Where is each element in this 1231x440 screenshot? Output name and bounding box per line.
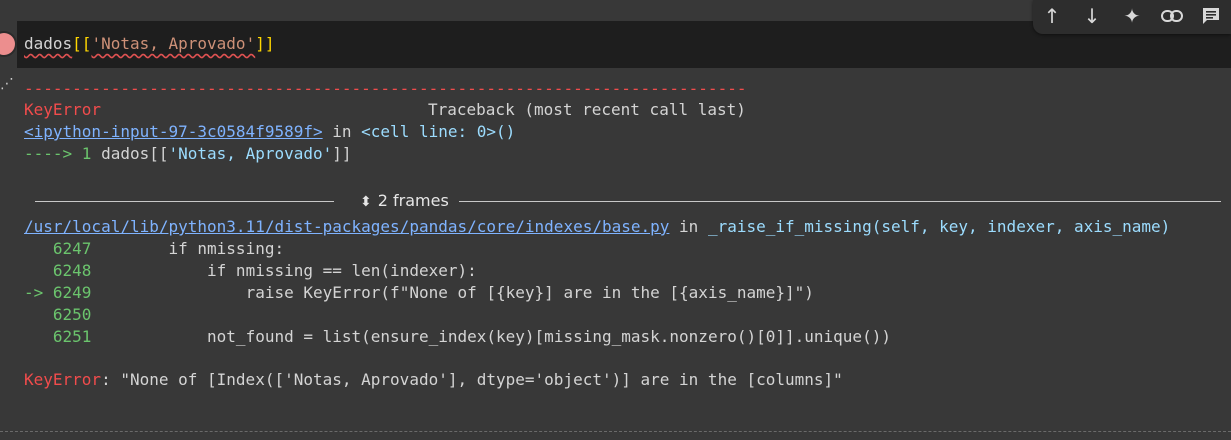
collapsed-frames-row[interactable]: ⬍ 2 frames [35, 189, 1221, 213]
code-line-6249: -> 6249 raise KeyError(f"None of [{key}]… [24, 282, 814, 304]
frame2-in: in [669, 217, 708, 236]
run-cell-button[interactable] [0, 33, 15, 55]
frame1-file-link[interactable]: <ipython-input-97-3c0584f9589f> [24, 122, 323, 141]
frame1-code-string: 'Notas, Aprovado' [168, 144, 333, 163]
frames-divider-left [35, 201, 334, 202]
line-marker [24, 327, 53, 346]
frame2-file-link[interactable]: /usr/local/lib/python3.11/dist-packages/… [24, 217, 669, 236]
code-line[interactable]: dados[['Notas, Aprovado']] [24, 33, 274, 55]
frame1-code: ----> 1 dados[['Notas, Aprovado']] [24, 143, 352, 165]
traceback-header-line: KeyError Traceback (most recent call last… [24, 99, 746, 121]
code-close-brackets: ]] [255, 34, 275, 53]
cell-bottom-divider [0, 431, 1231, 432]
sparkle-icon[interactable]: ✦ [1117, 3, 1147, 29]
code-line-6251: 6251 not_found = list(ensure_index(key)[… [24, 326, 891, 348]
line-number: 6251 [52, 327, 92, 346]
line-marker: -> [24, 283, 53, 302]
line-code: if nmissing: [91, 239, 285, 258]
frame1-function: <cell line: 0>() [361, 122, 516, 141]
final-error-type: KeyError [24, 370, 102, 389]
code-line-6247: 6247 if nmissing: [24, 238, 284, 260]
code-variable: dados [24, 34, 73, 53]
frame2-function: _raise_if_missing(self, key, indexer, ax… [707, 217, 1171, 236]
line-number: 6247 [52, 239, 92, 258]
code-string: 'Notas, Aprovado' [91, 34, 256, 53]
line-marker [24, 239, 53, 258]
line-number: 6249 [52, 283, 92, 302]
notebook-cell: dados[['Notas, Aprovado']] ↑ ↓ ✦ ⋰ -----… [0, 0, 1231, 440]
line-number: 6248 [52, 261, 92, 280]
code-open-brackets: [[ [72, 34, 92, 53]
comment-icon[interactable] [1196, 3, 1226, 29]
arrow-down-icon[interactable]: ↓ [1077, 3, 1107, 29]
line-marker [24, 305, 53, 324]
frame1-arrow: ----> 1 [24, 144, 102, 163]
frames-label: 2 frames [377, 191, 449, 210]
traceback-rule: ----------------------------------------… [24, 79, 747, 98]
line-code: raise KeyError(f"None of [{key}] are in … [91, 283, 814, 302]
link-icon[interactable] [1157, 3, 1187, 29]
line-code: not_found = list(ensure_index(key)[missi… [91, 327, 891, 346]
frame1-code-b: ]] [332, 144, 352, 163]
line-marker [24, 261, 53, 280]
frame1-code-a: dados[[ [101, 144, 169, 163]
final-error-line: KeyError: "None of [Index(['Notas, Aprov… [24, 369, 843, 391]
output-actions-icon[interactable]: ⋰ [0, 76, 14, 92]
frame2-location: /usr/local/lib/python3.11/dist-packages/… [24, 216, 1170, 238]
line-number: 6250 [52, 305, 92, 324]
frames-divider-right [459, 201, 1221, 202]
code-line-6248: 6248 if nmissing == len(indexer): [24, 260, 477, 282]
frames-toggle[interactable]: ⬍ 2 frames [354, 189, 455, 213]
cell-toolbar: ↑ ↓ ✦ [1033, 0, 1231, 34]
frame1-location: <ipython-input-97-3c0584f9589f> in <cell… [24, 121, 515, 143]
line-code: if nmissing == len(indexer): [91, 261, 477, 280]
traceback-header: Traceback (most recent call last) [428, 100, 746, 119]
frame1-in: in [322, 122, 362, 141]
error-type: KeyError [24, 100, 102, 119]
code-line-6250: 6250 [24, 304, 92, 326]
final-error-message: : "None of [Index(['Notas, Aprovado'], d… [101, 370, 843, 389]
expand-icon: ⬍ [360, 194, 372, 210]
arrow-up-icon[interactable]: ↑ [1037, 3, 1067, 29]
